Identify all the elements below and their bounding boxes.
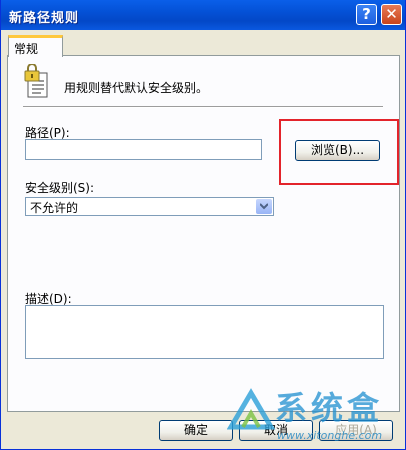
- lock-document-icon: [23, 63, 49, 98]
- window-title: 新路径规则: [9, 11, 80, 26]
- rule-description-text: 用规则替代默认安全级别。: [64, 81, 209, 95]
- separator: [23, 106, 383, 108]
- watermark: 系统盒 www.xitonghe.com: [227, 383, 406, 450]
- dropdown-button[interactable]: [256, 199, 272, 214]
- description-textarea[interactable]: [25, 305, 384, 359]
- close-button[interactable]: ✕: [381, 4, 402, 25]
- dialog-window: 新路径规则 ? ✕ 常规 用规则替代默认安全级别。 路径(P): 浏览(B)..…: [0, 0, 406, 450]
- ok-button[interactable]: 确定: [159, 420, 233, 441]
- security-level-select[interactable]: 不允许的: [25, 197, 274, 216]
- tab-general[interactable]: 常规: [8, 35, 63, 57]
- security-level-label: 安全级别(S):: [25, 181, 95, 195]
- chevron-down-icon: [260, 203, 268, 210]
- help-button[interactable]: ?: [356, 4, 377, 25]
- security-level-value: 不允许的: [30, 201, 79, 215]
- browse-button[interactable]: 浏览(B)...: [295, 140, 380, 161]
- watermark-logo-icon: [227, 388, 276, 430]
- watermark-url: www.xitonghe.com: [277, 429, 383, 442]
- path-input[interactable]: [25, 139, 262, 160]
- watermark-brand: 系统盒: [275, 389, 384, 427]
- title-bar[interactable]: 新路径规则 ? ✕: [1, 0, 405, 30]
